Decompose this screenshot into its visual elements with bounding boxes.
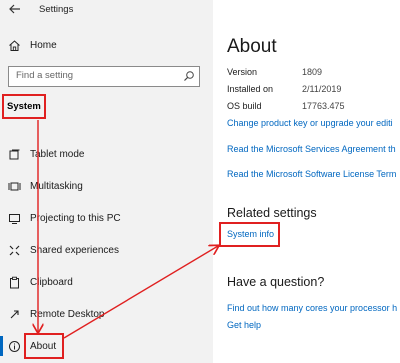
tablet-mode-icon (8, 148, 21, 161)
home-icon (8, 39, 21, 52)
system-highlight-box (2, 94, 46, 119)
home-label: Home (30, 39, 57, 51)
sidebar-item-tablet-mode[interactable]: Tablet mode (0, 141, 213, 167)
question-heading: Have a question? (227, 275, 325, 289)
window-title: Settings (39, 4, 74, 15)
title-bar: Settings (0, 0, 213, 22)
related-settings-heading: Related settings (227, 206, 317, 220)
services-agreement-link[interactable]: Read the Microsoft Services Agreement th (227, 144, 396, 154)
back-arrow-icon[interactable] (8, 2, 22, 16)
main-content: About Version 1809 Installed on 2/11/201… (213, 0, 400, 363)
product-key-link[interactable]: Change product key or upgrade your editi (227, 118, 393, 128)
multitasking-icon (8, 180, 21, 193)
spec-label: Installed on (227, 84, 274, 94)
sidebar: Settings Home System (0, 0, 213, 363)
sidebar-item-multitasking[interactable]: Multitasking (0, 173, 213, 199)
sidebar-item-label: Shared experiences (30, 244, 119, 256)
about-highlight-box (24, 333, 64, 359)
page-title: About (227, 36, 277, 57)
license-terms-link[interactable]: Read the Microsoft Software License Term (227, 169, 396, 179)
sidebar-item-label: Projecting to this PC (30, 212, 121, 224)
spec-value: 17763.475 (302, 101, 345, 111)
settings-window: Settings Home System (0, 0, 400, 363)
sidebar-item-home[interactable]: Home (0, 32, 213, 58)
sidebar-item-label: Remote Desktop (30, 308, 105, 320)
system-info-highlight-box (219, 222, 280, 247)
search-input[interactable] (16, 70, 176, 81)
sidebar-item-clipboard[interactable]: Clipboard (0, 269, 213, 295)
sidebar-item-label: Multitasking (30, 180, 83, 192)
sidebar-item-label: Clipboard (30, 276, 73, 288)
spec-value: 2/11/2019 (302, 84, 342, 94)
search-icon[interactable] (183, 70, 195, 82)
remote-desktop-icon (8, 308, 21, 321)
spec-label: Version (227, 67, 258, 77)
clipboard-icon (8, 276, 21, 289)
sidebar-item-projecting[interactable]: Projecting to this PC (0, 205, 213, 231)
shared-experiences-icon (8, 244, 21, 257)
sidebar-item-label: Tablet mode (30, 148, 85, 160)
sidebar-item-shared-experiences[interactable]: Shared experiences (0, 237, 213, 263)
cores-link[interactable]: Find out how many cores your processor h (227, 303, 397, 313)
projecting-icon (8, 212, 21, 225)
sidebar-item-remote-desktop[interactable]: Remote Desktop (0, 301, 213, 327)
info-icon (8, 340, 21, 353)
search-box[interactable] (8, 66, 200, 87)
get-help-link[interactable]: Get help (227, 320, 261, 330)
spec-label: OS build (227, 101, 262, 111)
spec-value: 1809 (302, 67, 323, 77)
